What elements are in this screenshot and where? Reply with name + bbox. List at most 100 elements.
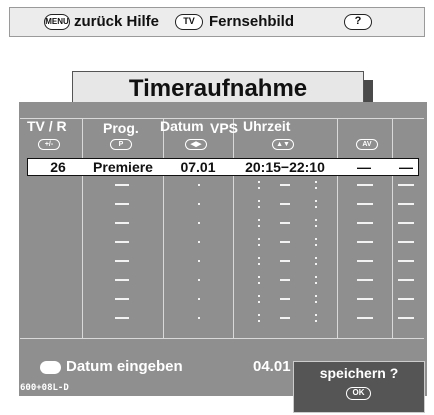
empty-dot <box>315 282 317 284</box>
empty-dash <box>357 184 373 186</box>
column-divider <box>233 118 234 338</box>
empty-dash <box>357 317 373 319</box>
empty-dot <box>315 206 317 208</box>
empty-dot <box>315 187 317 189</box>
empty-dot <box>198 222 200 224</box>
empty-dash <box>280 222 290 224</box>
empty-dash <box>398 317 414 319</box>
empty-dash <box>115 203 129 205</box>
header-tv-r: TV / R <box>27 118 67 134</box>
column-divider <box>82 118 83 338</box>
help-key-icon: ? <box>344 14 372 30</box>
empty-dash <box>115 222 129 224</box>
empty-dot <box>258 206 260 208</box>
empty-dot <box>315 320 317 322</box>
empty-dash <box>115 317 129 319</box>
empty-dash <box>398 241 414 243</box>
header-top-line <box>20 118 424 119</box>
row-prog: Premiere <box>93 159 153 175</box>
empty-dot <box>258 276 260 278</box>
empty-dot <box>315 263 317 265</box>
av-key-icon: AV <box>356 139 378 150</box>
empty-dot <box>198 279 200 281</box>
empty-dash <box>398 298 414 300</box>
empty-dot <box>258 320 260 322</box>
column-divider <box>163 118 164 338</box>
empty-dash <box>280 184 290 186</box>
empty-dot <box>258 314 260 316</box>
header-prog: Prog. <box>103 120 139 136</box>
empty-dot <box>258 244 260 246</box>
empty-dash <box>115 184 129 186</box>
date-hint: Datum eingeben <box>66 358 183 375</box>
status-code: 600+08L-D <box>20 383 69 393</box>
tv-key-icon: TV <box>175 14 203 30</box>
empty-dash <box>280 203 290 205</box>
empty-dot <box>198 298 200 300</box>
empty-dot <box>258 295 260 297</box>
empty-dash <box>398 260 414 262</box>
empty-dot <box>315 219 317 221</box>
empty-dot <box>315 200 317 202</box>
empty-dot <box>315 238 317 240</box>
yellow-key-icon <box>40 361 61 374</box>
row-uhrzeit: 20:15−22:10 <box>245 159 325 175</box>
empty-dot <box>198 317 200 319</box>
empty-dash <box>280 279 290 281</box>
save-dialog[interactable]: speichern ? OK <box>293 361 425 413</box>
empty-dot <box>258 225 260 227</box>
empty-dot <box>258 238 260 240</box>
empty-dash <box>357 279 373 281</box>
header-datum: Datum <box>160 118 204 134</box>
menu-key-icon: MENU <box>44 14 70 30</box>
empty-dash <box>357 222 373 224</box>
empty-dot <box>315 314 317 316</box>
empty-dot <box>258 200 260 202</box>
empty-dot <box>258 301 260 303</box>
empty-dash <box>115 298 129 300</box>
empty-dash <box>280 241 290 243</box>
empty-dot <box>198 241 200 243</box>
empty-dot <box>315 276 317 278</box>
empty-dash <box>115 241 129 243</box>
empty-dash <box>280 317 290 319</box>
empty-dot <box>198 203 200 205</box>
empty-dot <box>258 219 260 221</box>
empty-dot <box>198 184 200 186</box>
empty-dot <box>315 181 317 183</box>
empty-dot <box>258 181 260 183</box>
empty-dash <box>280 298 290 300</box>
row-datum: 07.01 <box>180 159 216 175</box>
current-date: 04.01 <box>253 358 291 375</box>
empty-dot <box>315 295 317 297</box>
help-bar: MENU zurück Hilfe TV Fernsehbild ? <box>9 7 425 37</box>
empty-dot <box>315 244 317 246</box>
empty-dash <box>398 184 414 186</box>
empty-dash <box>398 279 414 281</box>
empty-dot <box>315 257 317 259</box>
empty-dash <box>280 260 290 262</box>
column-divider <box>337 118 338 338</box>
empty-dot <box>258 263 260 265</box>
empty-dot <box>258 257 260 259</box>
table-bottom-line <box>20 338 424 339</box>
row-col5: — <box>357 159 371 175</box>
plus-minus-key-icon: +/- <box>38 139 60 150</box>
prog-key-icon: P <box>110 139 132 150</box>
tv-picture-label: Fernsehbild <box>209 13 295 30</box>
empty-dot <box>258 282 260 284</box>
empty-dash <box>357 260 373 262</box>
ok-key-icon: OK <box>346 387 371 400</box>
empty-dot <box>315 301 317 303</box>
empty-dash <box>115 260 129 262</box>
empty-dot <box>258 187 260 189</box>
left-right-key-icon: ◀▶ <box>185 139 207 150</box>
save-label: speichern ? <box>319 365 399 381</box>
empty-dot <box>315 225 317 227</box>
header-vps: VPS <box>210 120 239 136</box>
empty-dash <box>357 298 373 300</box>
empty-dash <box>357 241 373 243</box>
empty-dot <box>198 260 200 262</box>
row-col6: — <box>399 159 413 175</box>
empty-dash <box>357 203 373 205</box>
